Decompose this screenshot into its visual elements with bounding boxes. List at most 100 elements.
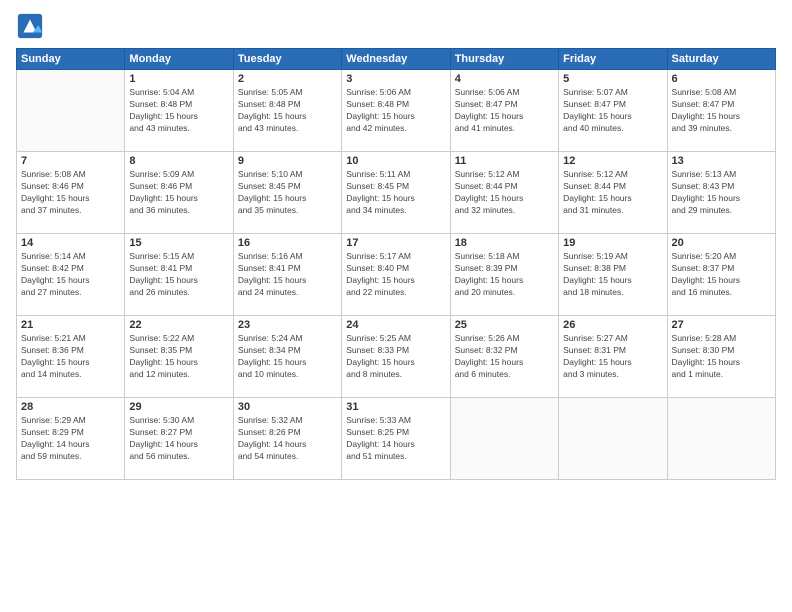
day-cell: 13 Sunrise: 5:13 AM Sunset: 8:43 PM Dayli… [667, 152, 775, 234]
day-info: Sunrise: 5:19 AM Sunset: 8:38 PM Dayligh… [563, 251, 662, 299]
day-info: Sunrise: 5:27 AM Sunset: 8:31 PM Dayligh… [563, 333, 662, 381]
calendar-header: SundayMondayTuesdayWednesdayThursdayFrid… [17, 49, 776, 70]
day-info: Sunrise: 5:28 AM Sunset: 8:30 PM Dayligh… [672, 333, 771, 381]
day-info: Sunrise: 5:20 AM Sunset: 8:37 PM Dayligh… [672, 251, 771, 299]
day-cell: 31Sunrise: 5:33 AM Sunset: 8:25 PM Dayli… [342, 398, 450, 480]
day-number: 28 [21, 401, 120, 413]
day-header-friday: Friday [559, 49, 667, 70]
day-cell: 1 Sunrise: 5:04 AM Sunset: 8:48 PM Daylig… [125, 70, 233, 152]
day-header-saturday: Saturday [667, 49, 775, 70]
day-number: 3 [346, 73, 445, 85]
day-number: 7 [21, 155, 120, 167]
day-number: 12 [563, 155, 662, 167]
day-cell: 8 Sunrise: 5:09 AM Sunset: 8:46 PM Daylig… [125, 152, 233, 234]
day-number: 8 [129, 155, 228, 167]
day-info: Sunrise: 5:16 AM Sunset: 8:41 PM Dayligh… [238, 251, 337, 299]
day-number: 11 [455, 155, 554, 167]
day-number: 26 [563, 319, 662, 331]
day-cell [450, 398, 558, 480]
day-cell: 15 Sunrise: 5:15 AM Sunset: 8:41 PM Dayli… [125, 234, 233, 316]
page: SundayMondayTuesdayWednesdayThursdayFrid… [0, 0, 792, 612]
day-info: Sunrise: 5:12 AM Sunset: 8:44 PM Dayligh… [563, 169, 662, 217]
day-cell: 19 Sunrise: 5:19 AM Sunset: 8:38 PM Dayli… [559, 234, 667, 316]
calendar-body: 1 Sunrise: 5:04 AM Sunset: 8:48 PM Daylig… [17, 70, 776, 480]
day-number: 17 [346, 237, 445, 249]
day-number: 18 [455, 237, 554, 249]
day-number: 2 [238, 73, 337, 85]
day-number: 24 [346, 319, 445, 331]
day-info: Sunrise: 5:04 AM Sunset: 8:48 PM Dayligh… [129, 87, 228, 135]
day-header-wednesday: Wednesday [342, 49, 450, 70]
day-cell: 29 Sunrise: 5:30 AM Sunset: 8:27 PM Dayli… [125, 398, 233, 480]
day-number: 15 [129, 237, 228, 249]
day-cell: 9 Sunrise: 5:10 AM Sunset: 8:45 PM Daylig… [233, 152, 341, 234]
day-info: Sunrise: 5:32 AM Sunset: 8:26 PM Dayligh… [238, 415, 337, 463]
day-cell: 27 Sunrise: 5:28 AM Sunset: 8:30 PM Dayli… [667, 316, 775, 398]
day-number: 5 [563, 73, 662, 85]
day-cell: 14Sunrise: 5:14 AM Sunset: 8:42 PM Dayli… [17, 234, 125, 316]
day-cell [559, 398, 667, 480]
day-cell: 6Sunrise: 5:08 AM Sunset: 8:47 PM Daylig… [667, 70, 775, 152]
header [16, 12, 776, 40]
day-cell: 24 Sunrise: 5:25 AM Sunset: 8:33 PM Dayli… [342, 316, 450, 398]
day-info: Sunrise: 5:33 AM Sunset: 8:25 PM Dayligh… [346, 415, 445, 463]
day-info: Sunrise: 5:15 AM Sunset: 8:41 PM Dayligh… [129, 251, 228, 299]
day-header-monday: Monday [125, 49, 233, 70]
day-info: Sunrise: 5:09 AM Sunset: 8:46 PM Dayligh… [129, 169, 228, 217]
day-info: Sunrise: 5:07 AM Sunset: 8:47 PM Dayligh… [563, 87, 662, 135]
day-info: Sunrise: 5:11 AM Sunset: 8:45 PM Dayligh… [346, 169, 445, 217]
week-row-5: 28 Sunrise: 5:29 AM Sunset: 8:29 PM Dayli… [17, 398, 776, 480]
day-cell: 25 Sunrise: 5:26 AM Sunset: 8:32 PM Dayli… [450, 316, 558, 398]
day-info: Sunrise: 5:13 AM Sunset: 8:43 PM Dayligh… [672, 169, 771, 217]
day-number: 25 [455, 319, 554, 331]
day-number: 1 [129, 73, 228, 85]
day-info: Sunrise: 5:21 AM Sunset: 8:36 PM Dayligh… [21, 333, 120, 381]
week-row-4: 21 Sunrise: 5:21 AM Sunset: 8:36 PM Dayli… [17, 316, 776, 398]
day-cell: 21 Sunrise: 5:21 AM Sunset: 8:36 PM Dayli… [17, 316, 125, 398]
day-cell: 10 Sunrise: 5:11 AM Sunset: 8:45 PM Dayli… [342, 152, 450, 234]
day-number: 19 [563, 237, 662, 249]
day-cell: 2 Sunrise: 5:05 AM Sunset: 8:48 PM Daylig… [233, 70, 341, 152]
days-header-row: SundayMondayTuesdayWednesdayThursdayFrid… [17, 49, 776, 70]
logo-icon [16, 12, 44, 40]
day-cell: 23Sunrise: 5:24 AM Sunset: 8:34 PM Dayli… [233, 316, 341, 398]
day-number: 4 [455, 73, 554, 85]
day-info: Sunrise: 5:17 AM Sunset: 8:40 PM Dayligh… [346, 251, 445, 299]
day-cell: 7 Sunrise: 5:08 AM Sunset: 8:46 PM Daylig… [17, 152, 125, 234]
day-number: 13 [672, 155, 771, 167]
day-info: Sunrise: 5:12 AM Sunset: 8:44 PM Dayligh… [455, 169, 554, 217]
week-row-3: 14Sunrise: 5:14 AM Sunset: 8:42 PM Dayli… [17, 234, 776, 316]
day-info: Sunrise: 5:22 AM Sunset: 8:35 PM Dayligh… [129, 333, 228, 381]
day-number: 22 [129, 319, 228, 331]
day-info: Sunrise: 5:08 AM Sunset: 8:46 PM Dayligh… [21, 169, 120, 217]
day-header-thursday: Thursday [450, 49, 558, 70]
day-info: Sunrise: 5:25 AM Sunset: 8:33 PM Dayligh… [346, 333, 445, 381]
day-number: 27 [672, 319, 771, 331]
day-number: 10 [346, 155, 445, 167]
day-number: 9 [238, 155, 337, 167]
day-info: Sunrise: 5:18 AM Sunset: 8:39 PM Dayligh… [455, 251, 554, 299]
day-cell: 4Sunrise: 5:06 AM Sunset: 8:47 PM Daylig… [450, 70, 558, 152]
day-info: Sunrise: 5:30 AM Sunset: 8:27 PM Dayligh… [129, 415, 228, 463]
day-info: Sunrise: 5:10 AM Sunset: 8:45 PM Dayligh… [238, 169, 337, 217]
day-number: 6 [672, 73, 771, 85]
day-info: Sunrise: 5:24 AM Sunset: 8:34 PM Dayligh… [238, 333, 337, 381]
day-header-tuesday: Tuesday [233, 49, 341, 70]
day-cell: 18 Sunrise: 5:18 AM Sunset: 8:39 PM Dayli… [450, 234, 558, 316]
day-cell: 11 Sunrise: 5:12 AM Sunset: 8:44 PM Dayli… [450, 152, 558, 234]
day-cell: 22 Sunrise: 5:22 AM Sunset: 8:35 PM Dayli… [125, 316, 233, 398]
day-cell: 30Sunrise: 5:32 AM Sunset: 8:26 PM Dayli… [233, 398, 341, 480]
day-number: 21 [21, 319, 120, 331]
day-info: Sunrise: 5:29 AM Sunset: 8:29 PM Dayligh… [21, 415, 120, 463]
day-cell: 16Sunrise: 5:16 AM Sunset: 8:41 PM Dayli… [233, 234, 341, 316]
day-number: 14 [21, 237, 120, 249]
calendar: SundayMondayTuesdayWednesdayThursdayFrid… [16, 48, 776, 480]
day-cell [17, 70, 125, 152]
day-cell: 26 Sunrise: 5:27 AM Sunset: 8:31 PM Dayli… [559, 316, 667, 398]
week-row-1: 1 Sunrise: 5:04 AM Sunset: 8:48 PM Daylig… [17, 70, 776, 152]
day-header-sunday: Sunday [17, 49, 125, 70]
day-info: Sunrise: 5:05 AM Sunset: 8:48 PM Dayligh… [238, 87, 337, 135]
day-cell: 3Sunrise: 5:06 AM Sunset: 8:48 PM Daylig… [342, 70, 450, 152]
day-info: Sunrise: 5:26 AM Sunset: 8:32 PM Dayligh… [455, 333, 554, 381]
day-number: 29 [129, 401, 228, 413]
